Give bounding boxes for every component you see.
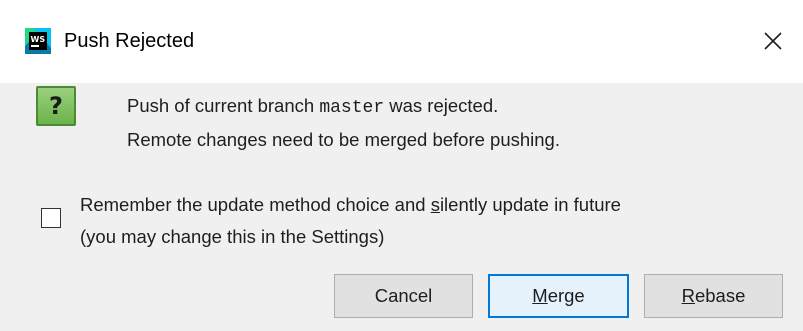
rebase-button[interactable]: Rebase [644, 274, 783, 318]
cancel-button[interactable]: Cancel [334, 274, 473, 318]
remember-choice-label[interactable]: Remember the update method choice and si… [80, 189, 621, 253]
message-line-1-suffix: was rejected. [384, 95, 499, 116]
message-line-1: Push of current branch master was reject… [127, 90, 560, 124]
rebase-mnemonic[interactable]: R [682, 285, 695, 307]
branch-name: master [319, 98, 385, 118]
close-button[interactable] [756, 24, 790, 58]
remember-label-mnemonic[interactable]: s [431, 194, 440, 215]
merge-button[interactable]: Merge [488, 274, 629, 318]
remember-choice-checkbox[interactable] [41, 208, 61, 228]
question-icon: ? [36, 86, 76, 126]
window-title: Push Rejected [64, 30, 195, 52]
rebase-label-rest[interactable]: ebase [695, 285, 745, 307]
question-mark-glyph: ? [49, 92, 63, 120]
remember-label-before[interactable]: Remember the update method choice and [80, 194, 431, 215]
app-icon-label: WS [31, 35, 46, 44]
merge-label-rest[interactable]: erge [548, 285, 585, 307]
remember-label-line-2[interactable]: (you may change this in the Settings) [80, 221, 621, 253]
webstorm-app-icon: WS [25, 28, 51, 54]
message-text: Push of current branch master was reject… [127, 90, 560, 156]
remember-label-after[interactable]: ilently update in future [440, 194, 621, 215]
push-rejected-dialog: WS Push Rejected ? Push of current branc… [0, 0, 803, 331]
merge-mnemonic[interactable]: M [532, 285, 547, 307]
message-line-1-prefix: Push of current branch [127, 95, 320, 116]
message-line-2: Remote changes need to be merged before … [127, 129, 560, 150]
remember-label-line-1[interactable]: Remember the update method choice and si… [80, 189, 621, 221]
title-bar: WS Push Rejected [0, 0, 803, 83]
close-icon[interactable] [756, 24, 790, 58]
